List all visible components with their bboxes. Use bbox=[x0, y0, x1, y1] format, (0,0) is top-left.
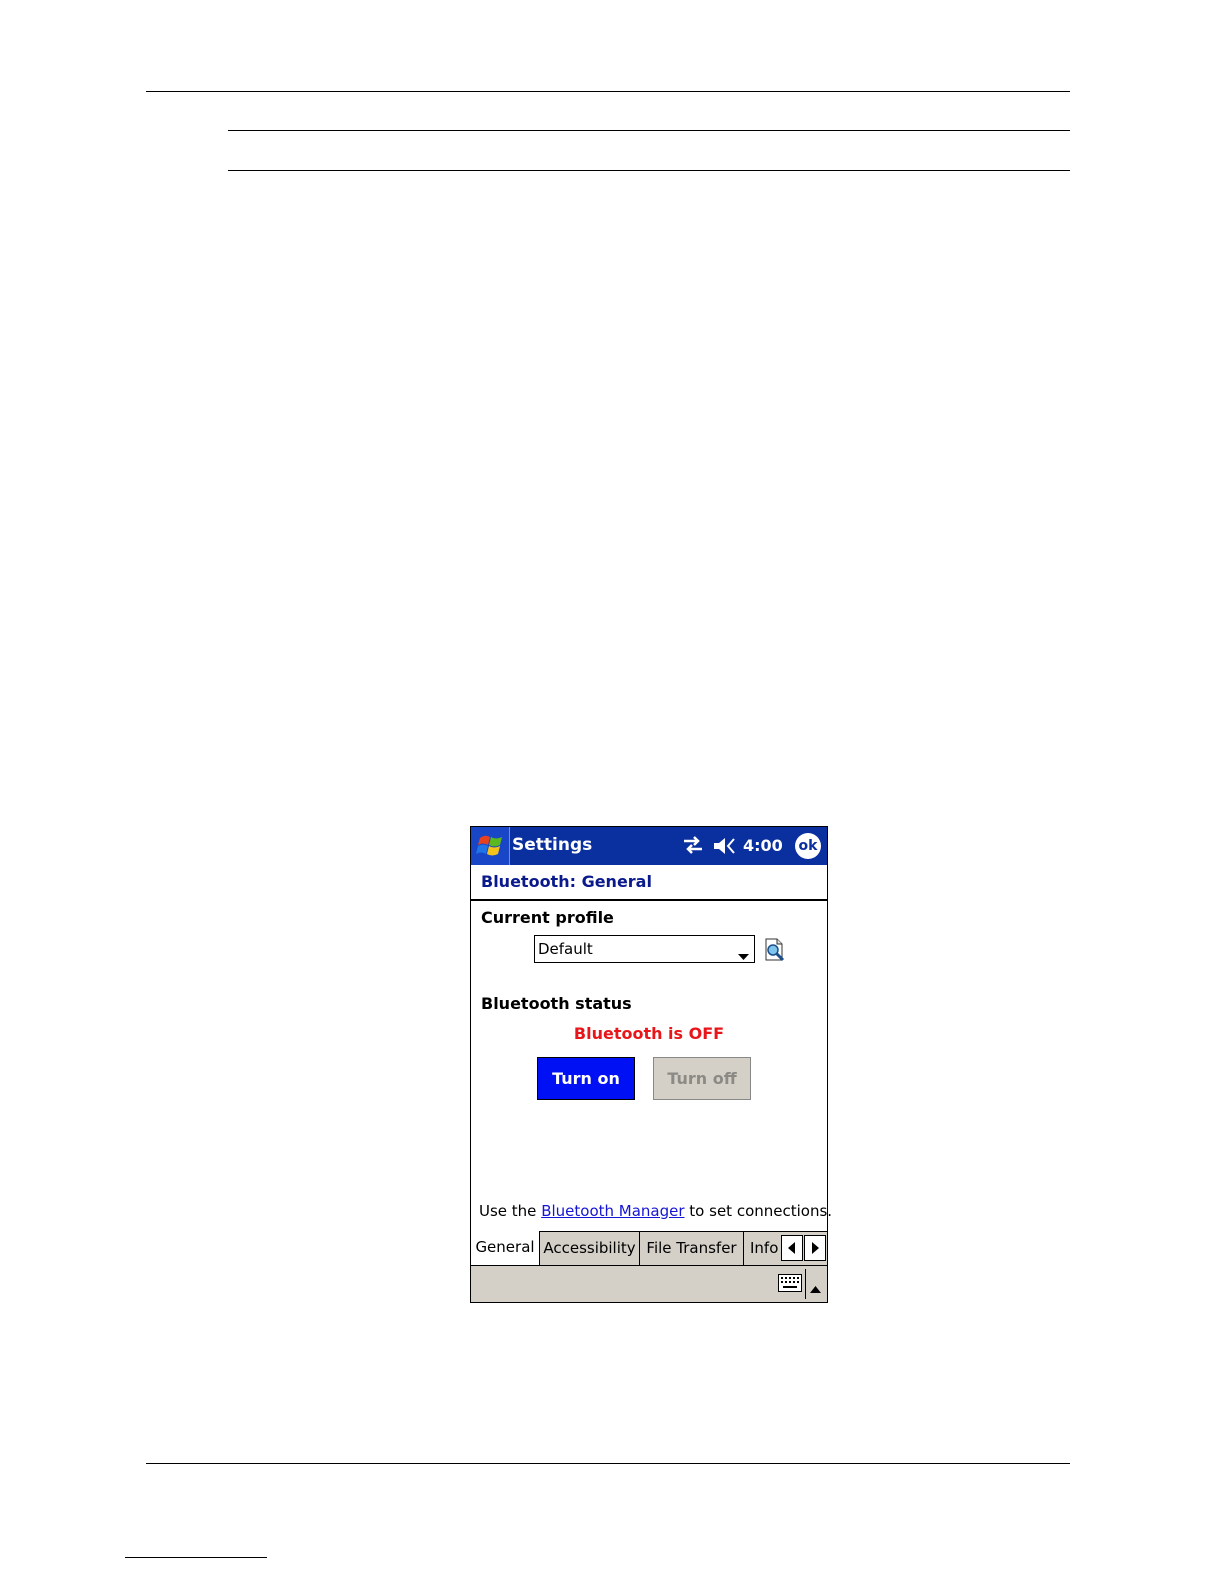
app-title: Settings bbox=[512, 835, 593, 855]
current-profile-label: Current profile bbox=[481, 908, 614, 927]
page-title: Bluetooth: General bbox=[481, 872, 652, 891]
volume-muted-icon[interactable] bbox=[712, 835, 738, 861]
chevron-left-icon bbox=[788, 1242, 795, 1254]
section-box-top-rule bbox=[228, 130, 1070, 131]
bluetooth-status-text: Bluetooth is OFF bbox=[573, 1024, 725, 1043]
windows-start-icon bbox=[476, 835, 502, 856]
title-bar: Settings 4:00 ok bbox=[471, 827, 827, 865]
manager-hint-prefix: Use the bbox=[479, 1202, 542, 1220]
manager-hint-text: Use the Bluetooth Manager to set connect… bbox=[479, 1202, 832, 1220]
profile-properties-icon[interactable] bbox=[763, 937, 787, 967]
turn-on-button[interactable]: Turn on bbox=[537, 1057, 635, 1100]
bluetooth-manager-link[interactable]: Bluetooth Manager bbox=[541, 1202, 684, 1220]
sync-icon[interactable] bbox=[681, 835, 705, 859]
clock[interactable]: 4:00 bbox=[743, 836, 783, 855]
tab-info[interactable]: Info bbox=[744, 1232, 784, 1265]
pocket-pc-screenshot: Settings 4:00 ok Bluetooth: General Curr… bbox=[470, 826, 832, 1303]
section-box-bottom-rule bbox=[228, 170, 1070, 171]
start-button[interactable] bbox=[471, 827, 510, 865]
chevron-down-icon bbox=[738, 946, 749, 965]
ok-button[interactable]: ok bbox=[795, 833, 821, 859]
chevron-up-icon[interactable] bbox=[810, 1278, 821, 1297]
tab-strip: General Accessibility File Transfer Info bbox=[471, 1231, 827, 1266]
manager-hint-suffix: to set connections. bbox=[684, 1202, 833, 1220]
profile-dropdown[interactable]: Default bbox=[534, 935, 755, 963]
chevron-right-icon bbox=[812, 1242, 819, 1254]
bluetooth-status-label: Bluetooth status bbox=[481, 994, 632, 1013]
keyboard-icon[interactable] bbox=[778, 1274, 802, 1296]
tab-scroll-left-button[interactable] bbox=[781, 1235, 803, 1261]
profile-dropdown-value: Default bbox=[538, 940, 593, 958]
footnote-link-underline bbox=[125, 1557, 267, 1558]
tab-scroll-right-button[interactable] bbox=[804, 1235, 826, 1261]
heading-divider bbox=[471, 899, 827, 901]
header-rule bbox=[146, 91, 1070, 92]
tab-file-transfer[interactable]: File Transfer bbox=[640, 1232, 744, 1265]
menu-bar bbox=[471, 1265, 827, 1302]
tab-accessibility[interactable]: Accessibility bbox=[540, 1232, 640, 1265]
tab-general[interactable]: General bbox=[471, 1231, 540, 1265]
footer-rule bbox=[146, 1463, 1070, 1464]
sip-divider bbox=[805, 1269, 806, 1299]
turn-off-button[interactable]: Turn off bbox=[653, 1057, 751, 1100]
